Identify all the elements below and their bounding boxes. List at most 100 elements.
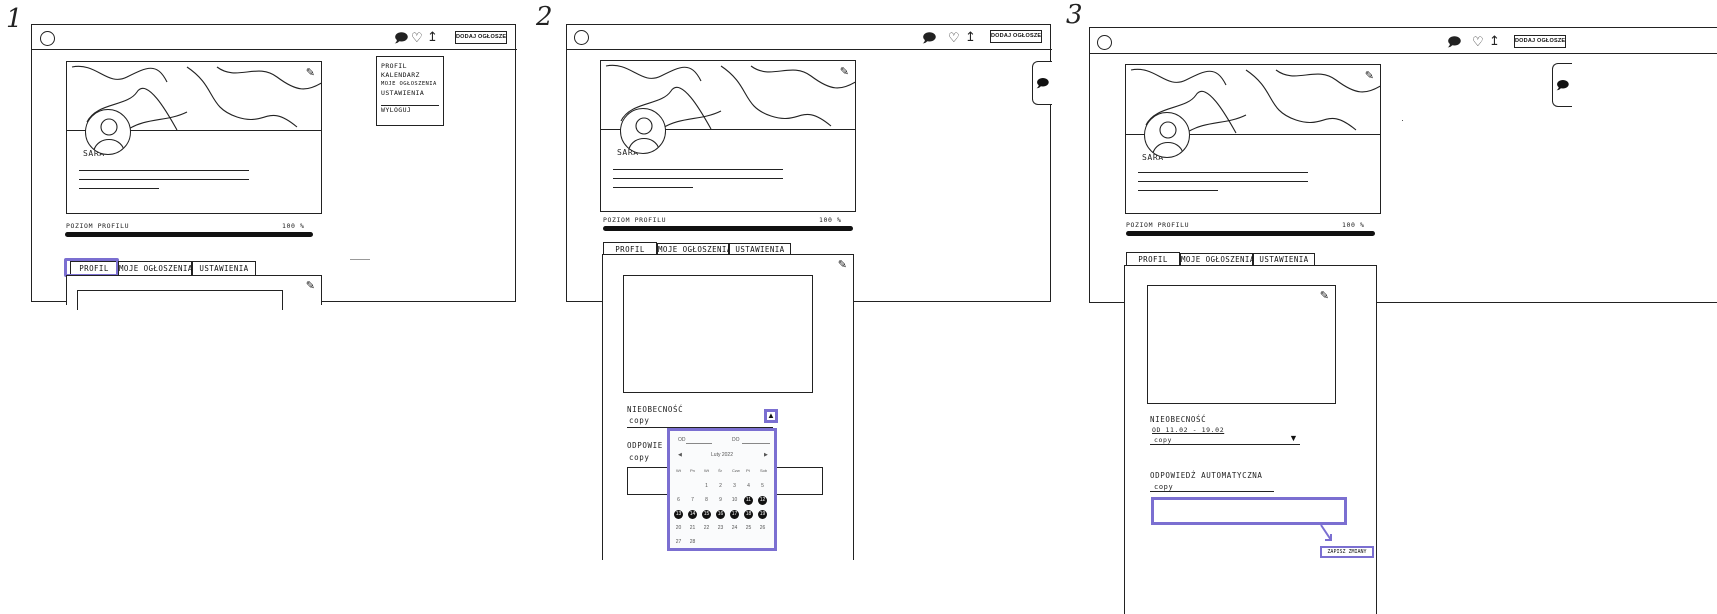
calendar-day[interactable]: 6 — [674, 496, 683, 505]
calendar-day[interactable]: 9 — [716, 496, 725, 505]
calendar-day[interactable]: 19 — [758, 510, 767, 519]
calendar-day[interactable]: 5 — [758, 482, 767, 491]
heart-icon[interactable]: ♡ — [1472, 35, 1484, 49]
profile-level-value: 100 % — [1342, 221, 1365, 229]
calendar-day[interactable]: 26 — [758, 524, 767, 533]
heart-icon[interactable]: ♡ — [948, 31, 960, 45]
calendar-day[interactable]: 11 — [744, 496, 753, 505]
avatar[interactable] — [1144, 112, 1190, 158]
edit-pencil-icon[interactable]: ✎ — [306, 66, 315, 79]
chat-side-tab[interactable]: 🗩 — [1552, 63, 1572, 107]
calendar-weekday: Pt — [746, 468, 750, 473]
avatar-person-icon — [628, 117, 660, 150]
calendar-day[interactable]: 3 — [730, 482, 739, 491]
calendar-day[interactable]: 1 — [702, 482, 711, 491]
avatar[interactable] — [620, 108, 666, 154]
auto-reply-label: ODPOWIE — [627, 441, 663, 450]
profile-level-bar — [603, 226, 853, 231]
calendar-weekday: Śr — [718, 468, 722, 473]
about-box — [77, 290, 283, 310]
calendar-day[interactable]: 27 — [674, 538, 683, 547]
profile-tab-panel: ✎ NIEOBECNOŚĆ OD 11.02 - 19.02 copy ▼ OD… — [1124, 265, 1377, 614]
add-listing-button[interactable]: DODAJ OGŁOSZENIE — [1514, 35, 1566, 48]
calendar-day[interactable]: 10 — [730, 496, 739, 505]
calendar-to-label: DO — [732, 437, 740, 443]
profile-level-value: 100 % — [819, 216, 842, 224]
calendar-day[interactable]: 7 — [688, 496, 697, 505]
calendar-day[interactable]: 21 — [688, 524, 697, 533]
menu-item-calendar[interactable]: KALENDARZ — [381, 71, 439, 80]
menu-item-logout[interactable]: WYLOGUJ — [381, 106, 439, 115]
edit-pencil-icon[interactable]: ✎ — [1365, 69, 1374, 82]
calendar-from-input[interactable] — [686, 443, 712, 444]
avatar[interactable] — [85, 109, 131, 155]
user-icon[interactable]: ↥ — [965, 30, 976, 44]
add-listing-button[interactable]: DODAJ OGŁOSZENIE — [455, 31, 507, 44]
chat-side-tab[interactable]: 🗩 — [1032, 61, 1052, 105]
user-icon[interactable]: ↥ — [1489, 34, 1500, 48]
calendar-weekday: Pn — [690, 468, 695, 473]
user-icon[interactable]: ↥ — [427, 30, 438, 44]
calendar-day[interactable]: 28 — [688, 538, 697, 547]
calendar-day[interactable]: 8 — [702, 496, 711, 505]
date-range-calendar: OD DO ◀ Luty 2022 ▶ Wt Pn Wt Śr Czw Pt Sob 123… — [667, 428, 777, 551]
calendar-day[interactable]: 20 — [674, 524, 683, 533]
calendar-day[interactable]: 4 — [744, 482, 753, 491]
chat-icon[interactable]: 🗩 — [1447, 35, 1461, 49]
auto-reply-copy: copy — [1154, 483, 1174, 491]
tab-profile[interactable]: PROFIL — [1126, 252, 1180, 266]
tab-settings[interactable]: USTAWIENIA — [192, 261, 256, 276]
absence-range: OD 11.02 - 19.02 — [1152, 426, 1225, 434]
tab-panel: ✎ — [66, 275, 322, 310]
calendar-weekday: Sob — [760, 468, 768, 473]
calendar-day[interactable]: 14 — [688, 510, 697, 519]
calendar-from-label: OD — [678, 437, 686, 443]
calendar-day[interactable]: 17 — [730, 510, 739, 519]
heart-icon[interactable]: ♡ — [411, 31, 423, 45]
calendar-day[interactable]: 13 — [674, 510, 683, 519]
calendar-day[interactable]: 22 — [702, 524, 711, 533]
calendar-day[interactable]: 2 — [716, 482, 725, 491]
save-changes-button[interactable]: ZAPISZ ZMIANY — [1320, 546, 1374, 558]
absence-copy: copy — [629, 416, 650, 425]
calendar-day[interactable]: 18 — [744, 510, 753, 519]
chat-icon: 🗩 — [1556, 78, 1570, 92]
menu-item-settings[interactable]: USTAWIENIA — [381, 89, 439, 98]
about-box[interactable]: ✎ — [1147, 285, 1336, 404]
menu-item-my-listings[interactable]: MOJE OGŁOSZENIA — [381, 80, 439, 89]
calendar-weekday: Wt — [676, 468, 681, 473]
tab-my-listings[interactable]: MOJE OGŁOSZENIA — [118, 261, 192, 276]
logo-icon[interactable] — [574, 30, 589, 45]
add-listing-button[interactable]: DODAJ OGŁOSZENIE — [990, 30, 1042, 43]
calendar-day[interactable]: 25 — [744, 524, 753, 533]
edit-pencil-icon[interactable]: ✎ — [306, 279, 315, 292]
calendar-next-icon[interactable]: ▶ — [764, 452, 768, 458]
calendar-weekday: Wt — [704, 468, 709, 473]
avatar-person-icon — [1152, 121, 1184, 154]
calendar-day[interactable]: 12 — [758, 496, 767, 505]
chat-icon[interactable]: 🗩 — [922, 31, 936, 45]
calendar-day[interactable]: 15 — [702, 510, 711, 519]
absence-copy: copy — [1154, 436, 1173, 444]
edit-pencil-icon[interactable]: ✎ — [838, 258, 847, 271]
absence-dropdown-toggle[interactable]: ▼ — [1289, 433, 1298, 443]
absence-dropdown-toggle[interactable]: ▲ — [764, 409, 778, 423]
calendar-day[interactable]: 16 — [716, 510, 725, 519]
calendar-day[interactable]: 23 — [716, 524, 725, 533]
menu-item-profile[interactable]: PROFIL — [381, 62, 439, 71]
edit-pencil-icon[interactable]: ✎ — [1320, 289, 1329, 302]
calendar-to-input[interactable] — [742, 443, 770, 444]
logo-icon[interactable] — [1097, 35, 1112, 50]
auto-reply-input[interactable] — [1151, 497, 1347, 525]
browser-frame-step-1: 🗩 ♡ ↥ DODAJ OGŁOSZENIE ✎ SARA POZIOM PRO… — [31, 24, 517, 310]
profile-level-label: POZIOM PROFILU — [66, 222, 130, 230]
profile-level-value: 100 % — [282, 222, 305, 230]
arrow-icon — [1320, 524, 1332, 541]
calendar-day[interactable]: 24 — [730, 524, 739, 533]
about-box[interactable] — [623, 275, 813, 393]
chat-icon[interactable]: 🗩 — [394, 31, 408, 45]
step-number-1: 1 — [6, 4, 23, 34]
logo-icon[interactable] — [40, 31, 55, 46]
calendar-weekday: Czw — [732, 468, 740, 473]
edit-pencil-icon[interactable]: ✎ — [840, 65, 849, 78]
